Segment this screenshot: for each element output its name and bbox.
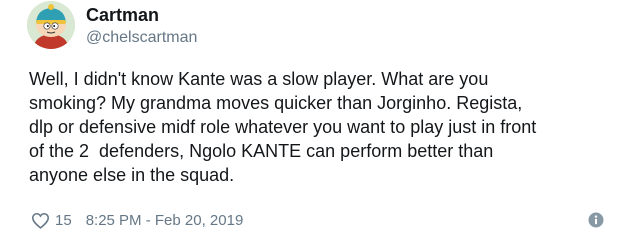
heart-icon[interactable] xyxy=(31,212,50,229)
author-display-name[interactable]: Cartman xyxy=(86,4,197,26)
like-button[interactable]: 15 xyxy=(31,212,72,229)
tweet-card: Cartman @chelscartman Well, I didn't kno… xyxy=(0,0,630,245)
avatar[interactable] xyxy=(27,1,75,49)
tweet-author: Cartman @chelscartman xyxy=(86,4,197,49)
like-count: 15 xyxy=(55,211,72,229)
tweet-text-line: anyone else in the squad. xyxy=(29,165,235,185)
info-icon[interactable] xyxy=(588,212,604,228)
tweet-text-line: smoking? My grandma moves quicker than J… xyxy=(29,93,523,113)
tweet-text-line: Well, I didn't know Kante was a slow pla… xyxy=(29,69,489,89)
tweet-text-line: of the 2 defenders, Ngolo KANTE can perf… xyxy=(29,141,494,161)
tweet-timestamp[interactable]: 8:25 PM - Feb 20, 2019 xyxy=(86,212,244,229)
tweet-text: Well, I didn't know Kante was a slow pla… xyxy=(29,67,614,187)
author-handle[interactable]: @chelscartman xyxy=(86,27,197,49)
tweet-meta: 15 8:25 PM - Feb 20, 2019 xyxy=(31,210,243,230)
tweet-text-line: dlp or defensive midf role whatever you … xyxy=(29,117,537,137)
